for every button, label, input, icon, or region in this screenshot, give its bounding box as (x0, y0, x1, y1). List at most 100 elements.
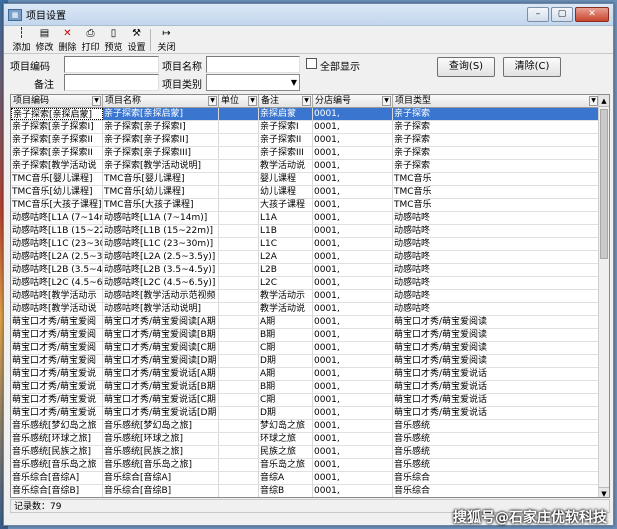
table-cell[interactable]: 动感咕咚[L1A (7~14m (11, 212, 103, 224)
table-cell[interactable]: 亲子探索[亲子探索III] (103, 147, 219, 159)
table-cell[interactable]: 音乐感统[音乐岛之旅 (11, 459, 103, 471)
table-cell[interactable]: 音乐感统[民族之旅] (11, 446, 103, 458)
table-cell[interactable]: 0001, (313, 303, 393, 315)
table-cell[interactable]: 动感咕咚[L1C (23~30m)] (103, 238, 219, 250)
table-cell[interactable]: 0001, (313, 381, 393, 393)
table-cell[interactable]: 亲子探索III (259, 147, 313, 159)
table-cell[interactable]: TMC音乐[幼儿课程] (11, 186, 103, 198)
table-cell[interactable]: B期 (259, 381, 313, 393)
table-cell[interactable]: TMC音乐[大孩子课程] (11, 199, 103, 211)
table-cell[interactable]: D期 (259, 407, 313, 419)
table-cell[interactable]: 亲子探索 (393, 134, 600, 146)
table-cell[interactable]: 亲子探索[教学活动说明] (103, 160, 219, 172)
table-cell[interactable]: L2B (259, 264, 313, 276)
table-cell[interactable]: 音乐综合 (393, 485, 600, 497)
table-cell[interactable] (219, 121, 259, 133)
table-cell[interactable]: 萌宝口才秀/萌宝爱阅读 (393, 342, 600, 354)
table-cell[interactable]: 亲子探索II (259, 134, 313, 146)
table-row[interactable]: 音乐感统[梦幻岛之旅 音乐感统[梦幻岛之旅] 梦幻岛之旅 0001, 音乐感统 (11, 420, 609, 433)
table-cell[interactable]: 动感咕咚[L1B (15~22m (11, 225, 103, 237)
table-row[interactable]: 萌宝口才秀/萌宝爱阅 萌宝口才秀/萌宝爱阅读[D期 D期 0001, 萌宝口才秀/萌宝爱… (11, 355, 609, 368)
chevron-down-icon[interactable]: ▼ (92, 96, 101, 106)
table-cell[interactable]: 萌宝口才秀/萌宝爱说 (11, 394, 103, 406)
table-cell[interactable]: 0001, (313, 225, 393, 237)
table-cell[interactable]: 亲子探索[教学活动说 (11, 160, 103, 172)
table-cell[interactable]: 萌宝口才秀/萌宝爱阅 (11, 355, 103, 367)
table-cell[interactable] (219, 355, 259, 367)
table-cell[interactable]: 教学活动说 (259, 160, 313, 172)
table-cell[interactable]: 环球之旅 (259, 433, 313, 445)
table-cell[interactable]: 动感咕咚 (393, 303, 600, 315)
title-bar[interactable]: ▦ 项目设置 – ▢ ✕ (4, 4, 613, 26)
table-cell[interactable]: 萌宝口才秀/萌宝爱说 (11, 407, 103, 419)
table-cell[interactable] (219, 199, 259, 211)
table-cell[interactable]: 亲子探索I (259, 121, 313, 133)
table-row[interactable]: 萌宝口才秀/萌宝爱阅 萌宝口才秀/萌宝爱阅读[A期 A期 0001, 萌宝口才秀/萌宝爱… (11, 316, 609, 329)
column-header-store[interactable]: 分店编号 ▼ (313, 95, 393, 107)
table-cell[interactable]: 动感咕咚 (393, 225, 600, 237)
table-cell[interactable]: TMC音乐[婴儿课程] (11, 173, 103, 185)
table-cell[interactable]: 亲子探索 (393, 121, 600, 133)
table-cell[interactable]: TMC音乐[幼儿课程] (103, 186, 219, 198)
table-cell[interactable] (219, 394, 259, 406)
table-cell[interactable]: 动感咕咚 (393, 212, 600, 224)
table-cell[interactable]: 萌宝口才秀/萌宝爱说话[D期 (103, 407, 219, 419)
table-cell[interactable]: 动感咕咚 (393, 290, 600, 302)
table-cell[interactable]: 0001, (313, 108, 393, 120)
table-cell[interactable]: 0001, (313, 160, 393, 172)
delete-button[interactable]: ✕ 删除 (56, 27, 79, 53)
table-cell[interactable]: 音乐感统[民族之旅] (103, 446, 219, 458)
table-cell[interactable]: 0001, (313, 394, 393, 406)
table-cell[interactable]: 音乐感统 (393, 433, 600, 445)
table-cell[interactable] (219, 342, 259, 354)
table-cell[interactable] (219, 173, 259, 185)
name-input[interactable] (206, 56, 300, 73)
table-cell[interactable]: 动感咕咚[教学活动示范视频 (103, 290, 219, 302)
table-cell[interactable]: 0001, (313, 355, 393, 367)
table-cell[interactable]: 亲子探索 (393, 147, 600, 159)
table-cell[interactable] (219, 108, 259, 120)
table-row[interactable]: 动感咕咚[L1A (7~14m 动感咕咚[L1A (7~14m)] L1A 0001,… (11, 212, 609, 225)
close-button[interactable]: ↦ 关闭 (155, 27, 178, 53)
chevron-down-icon[interactable]: ▼ (589, 96, 598, 106)
table-row[interactable]: 动感咕咚[L1B (15~22m动感咕咚[L1B (15~22m)] L1B000… (11, 225, 609, 238)
table-cell[interactable]: 动感咕咚[L1A (7~14m)] (103, 212, 219, 224)
table-row[interactable]: 动感咕咚[L2C (4.5~6 动感咕咚[L2C (4.5~6.5y)] L2C 00… (11, 277, 609, 290)
table-cell[interactable]: 萌宝口才秀/萌宝爱说话[C期 (103, 394, 219, 406)
table-cell[interactable] (219, 420, 259, 432)
table-row[interactable]: 音乐综合[音综B] 音乐综合[音综B] 音综B 0001, 音乐综合 (11, 485, 609, 497)
table-cell[interactable]: 萌宝口才秀/萌宝爱说话[B期 (103, 381, 219, 393)
table-cell[interactable]: 0001, (313, 407, 393, 419)
close-window-button[interactable]: ✕ (575, 7, 609, 22)
table-row[interactable]: 音乐感统[环球之旅] 音乐感统[环球之旅] 环球之旅 0001, 音乐感统 (11, 433, 609, 446)
table-cell[interactable] (219, 264, 259, 276)
table-cell[interactable]: 亲子探索[亲子探索II (11, 134, 103, 146)
table-cell[interactable] (219, 160, 259, 172)
table-cell[interactable]: TMC音乐[大孩子课程] (103, 199, 219, 211)
table-cell[interactable]: 音乐岛之旅 (259, 459, 313, 471)
table-row[interactable]: 亲子探索[亲子探索II 亲子探索[亲子探索II] 亲子探索II 0001, 亲子探索 (11, 134, 609, 147)
table-cell[interactable]: 音乐综合 (393, 472, 600, 484)
table-cell[interactable]: L1A (259, 212, 313, 224)
table-cell[interactable] (219, 251, 259, 263)
table-cell[interactable]: C期 (259, 342, 313, 354)
table-cell[interactable] (219, 485, 259, 497)
table-cell[interactable] (219, 433, 259, 445)
table-row[interactable]: 萌宝口才秀/萌宝爱说 萌宝口才秀/萌宝爱说话[B期 B期 0001, 萌宝口才秀/萌宝爱… (11, 381, 609, 394)
table-cell[interactable] (219, 459, 259, 471)
table-cell[interactable]: 萌宝口才秀/萌宝爱阅 (11, 342, 103, 354)
table-cell[interactable] (219, 472, 259, 484)
table-cell[interactable]: B期 (259, 329, 313, 341)
table-cell[interactable]: 动感咕咚[L2C (4.5~6.5y)] (103, 277, 219, 289)
chevron-down-icon[interactable]: ▼ (208, 96, 217, 106)
table-cell[interactable]: 萌宝口才秀/萌宝爱阅读[B期 (103, 329, 219, 341)
table-cell[interactable]: 动感咕咚[L2A (2.5~3.5y)] (103, 251, 219, 263)
table-row[interactable]: 动感咕咚[教学活动说 动感咕咚[教学活动说明] 教学活动说 0001, 动感咕咚 (11, 303, 609, 316)
scroll-thumb[interactable] (600, 109, 608, 259)
table-cell[interactable]: 音综B (259, 485, 313, 497)
table-cell[interactable]: 0001, (313, 264, 393, 276)
table-cell[interactable] (219, 277, 259, 289)
table-cell[interactable]: 动感咕咚 (393, 238, 600, 250)
table-cell[interactable]: 0001, (313, 251, 393, 263)
table-cell[interactable]: 萌宝口才秀/萌宝爱阅读 (393, 316, 600, 328)
